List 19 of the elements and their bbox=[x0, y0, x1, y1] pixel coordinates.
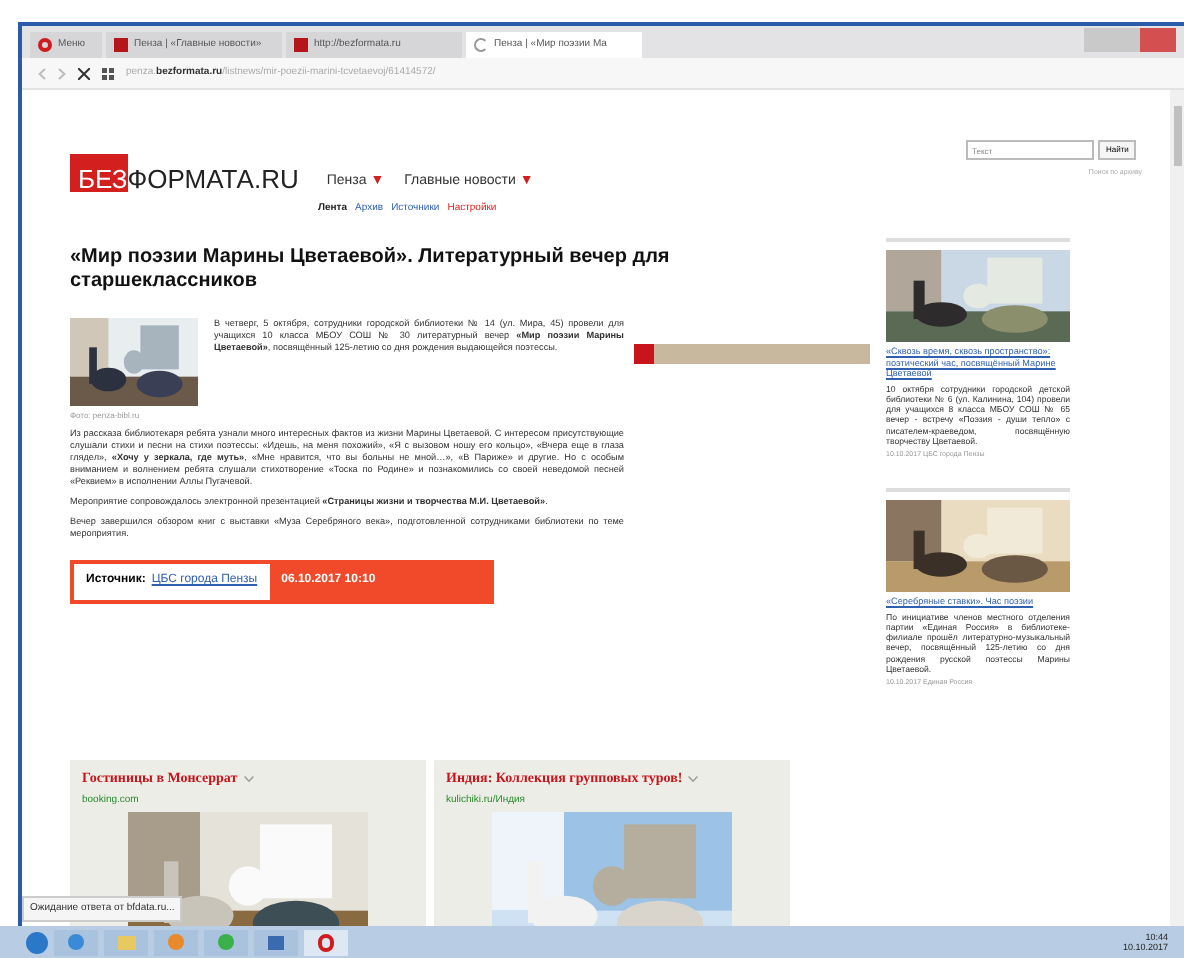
media-taskbar-icon[interactable] bbox=[154, 929, 198, 955]
browser-logo-icon bbox=[38, 38, 52, 52]
chevron-down-icon[interactable] bbox=[688, 775, 699, 782]
article-title: «Мир поэзии Марины Цветаевой». Литературный вечер для старшеклассников bbox=[70, 245, 672, 293]
favicon-icon bbox=[114, 38, 128, 52]
site-logo[interactable]: БЕЗФОРМАТА.RU bbox=[70, 154, 299, 192]
favicon-icon bbox=[294, 38, 308, 52]
forward-icon[interactable] bbox=[58, 67, 66, 79]
opera-taskbar-icon[interactable] bbox=[304, 929, 348, 955]
grid-icon[interactable] bbox=[102, 67, 114, 79]
back-icon[interactable] bbox=[38, 67, 46, 79]
app-taskbar-icon[interactable] bbox=[204, 929, 248, 955]
folder-taskbar-icon[interactable] bbox=[104, 929, 148, 955]
window-taskbar-icon[interactable] bbox=[254, 929, 298, 955]
chevron-down-icon[interactable] bbox=[243, 775, 254, 782]
browser-taskbar-icon[interactable] bbox=[54, 929, 98, 955]
stop-icon[interactable] bbox=[78, 67, 90, 79]
start-button[interactable] bbox=[26, 931, 48, 953]
loading-icon bbox=[474, 38, 488, 52]
